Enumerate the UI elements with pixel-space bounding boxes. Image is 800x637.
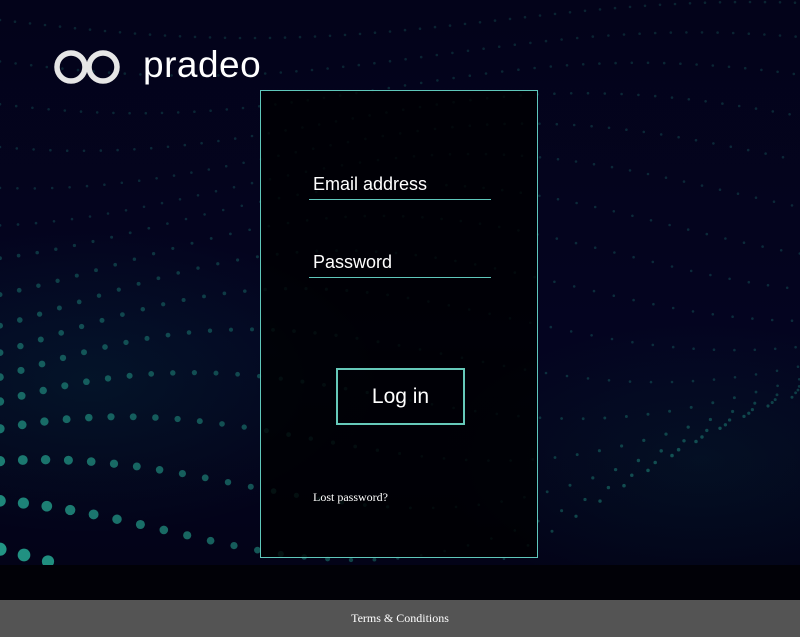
bottom-band (0, 565, 800, 600)
email-field-wrapper (309, 173, 491, 200)
login-page: pradeo Log in Lost password? Terms & Con… (0, 0, 800, 637)
pradeo-logo: pradeo (53, 44, 262, 88)
footer: Terms & Conditions (0, 600, 800, 637)
password-field-wrapper (309, 251, 491, 278)
terms-conditions-link[interactable]: Terms & Conditions (351, 611, 449, 626)
lost-password-link[interactable]: Lost password? (313, 490, 388, 505)
password-field[interactable] (309, 251, 491, 277)
infinity-rings-icon (54, 50, 120, 84)
login-card: Log in Lost password? (260, 90, 538, 558)
brand-name: pradeo (143, 44, 262, 85)
login-button[interactable]: Log in (336, 368, 465, 425)
email-field[interactable] (309, 173, 491, 199)
